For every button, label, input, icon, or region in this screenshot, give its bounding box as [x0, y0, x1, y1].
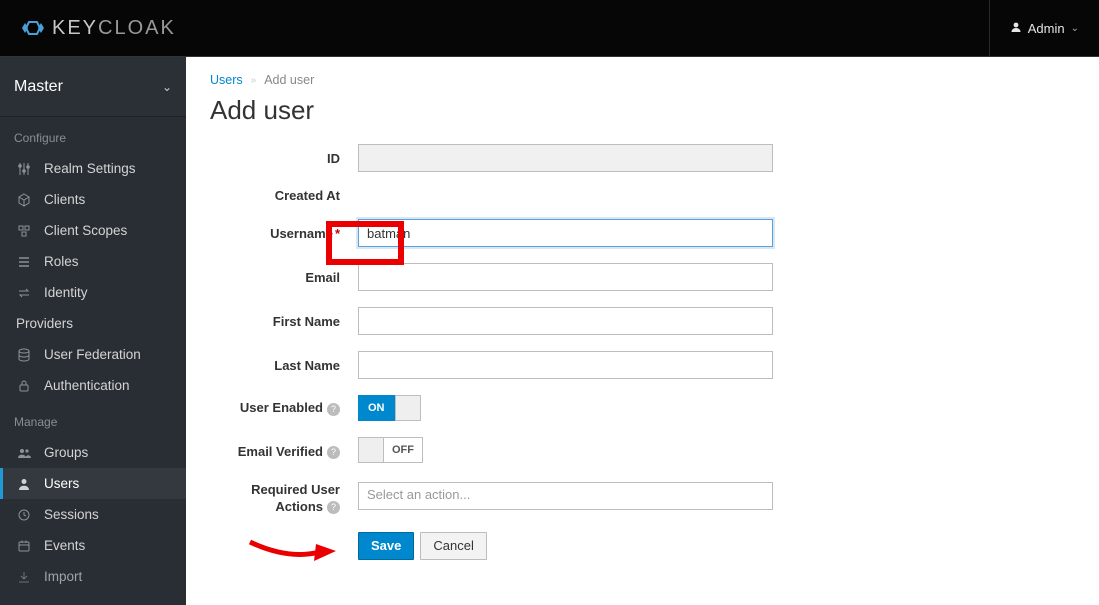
label-created-at: Created At [210, 188, 358, 203]
label-email: Email [210, 270, 358, 285]
list-icon [16, 255, 32, 269]
row-last-name: Last Name [210, 351, 1075, 379]
download-icon [16, 570, 32, 584]
nav-label: Clients [44, 192, 85, 207]
sidebar: Master ⌄ Configure Realm Settings Client… [0, 57, 186, 605]
top-bar: KEYCLOAK Admin ⌄ [0, 0, 1099, 56]
user-icon [16, 477, 32, 491]
toggle-knob [395, 395, 421, 421]
main-content: Users » Add user Add user ID Created At … [186, 57, 1099, 605]
sidebar-item-user-federation[interactable]: User Federation [0, 339, 186, 370]
help-icon[interactable]: ? [327, 403, 340, 416]
swap-icon [16, 286, 32, 300]
chevron-down-icon: ⌄ [1071, 23, 1079, 34]
sidebar-item-users[interactable]: Users [0, 468, 186, 499]
sidebar-item-import[interactable]: Import [0, 561, 186, 592]
label-username: Username* [210, 226, 358, 241]
realm-name: Master [14, 78, 63, 96]
label-required-actions: Required User Actions? [210, 482, 358, 516]
help-icon[interactable]: ? [327, 446, 340, 459]
admin-menu[interactable]: Admin ⌄ [989, 0, 1079, 56]
help-icon[interactable]: ? [327, 501, 340, 514]
calendar-icon [16, 539, 32, 553]
nav-label: Import [44, 569, 82, 584]
breadcrumb-current: Add user [264, 73, 314, 87]
section-header-manage: Manage [0, 401, 186, 437]
breadcrumb: Users » Add user [210, 73, 1075, 87]
nav-label: Authentication [44, 378, 130, 393]
toggle-knob [358, 437, 384, 463]
nav-label: Groups [44, 445, 88, 460]
label-email-verified: Email Verified? [210, 444, 358, 459]
breadcrumb-users-link[interactable]: Users [210, 73, 243, 87]
realm-selector[interactable]: Master ⌄ [0, 57, 186, 117]
id-field [358, 144, 773, 172]
keycloak-logo-icon [20, 15, 46, 41]
breadcrumb-separator-icon: » [251, 75, 257, 86]
row-username: Username* [210, 219, 1075, 247]
row-email-verified: Email Verified? OFF [210, 437, 1075, 466]
cube-icon [16, 193, 32, 207]
group-icon [16, 446, 32, 460]
row-email: Email [210, 263, 1075, 291]
row-first-name: First Name [210, 307, 1075, 335]
row-user-enabled: User Enabled? ON [210, 395, 1075, 421]
form-buttons: Save Cancel [358, 532, 1075, 560]
sidebar-item-realm-settings[interactable]: Realm Settings [0, 153, 186, 184]
first-name-field[interactable] [358, 307, 773, 335]
required-actions-select[interactable]: Select an action... [358, 482, 773, 510]
email-verified-toggle[interactable]: OFF [358, 437, 423, 463]
sidebar-item-providers[interactable]: Providers [0, 308, 186, 339]
label-last-name: Last Name [210, 358, 358, 373]
sidebar-item-groups[interactable]: Groups [0, 437, 186, 468]
sidebar-item-identity[interactable]: Identity [0, 277, 186, 308]
section-header-configure: Configure [0, 117, 186, 153]
cancel-button[interactable]: Cancel [420, 532, 486, 560]
clock-icon [16, 508, 32, 522]
user-icon [1010, 21, 1022, 36]
database-icon [16, 348, 32, 362]
last-name-field[interactable] [358, 351, 773, 379]
toggle-off-label: OFF [384, 437, 423, 463]
sidebar-item-roles[interactable]: Roles [0, 246, 186, 277]
sidebar-item-clients[interactable]: Clients [0, 184, 186, 215]
user-enabled-toggle[interactable]: ON [358, 395, 421, 421]
chevron-down-icon: ⌄ [162, 80, 172, 94]
logo-text: KEYCLOAK [52, 17, 176, 40]
save-button[interactable]: Save [358, 532, 414, 560]
logo[interactable]: KEYCLOAK [20, 15, 176, 41]
label-user-enabled: User Enabled? [210, 400, 358, 415]
nav-label: Users [44, 476, 79, 491]
nav-label: Realm Settings [44, 161, 136, 176]
username-field[interactable] [358, 219, 773, 247]
nav-label: Events [44, 538, 85, 553]
page-title: Add user [210, 95, 1075, 126]
nav-label: Identity [44, 285, 88, 300]
row-created-at: Created At [210, 188, 1075, 203]
toggle-on-label: ON [358, 395, 395, 421]
sidebar-item-sessions[interactable]: Sessions [0, 499, 186, 530]
row-id: ID [210, 144, 1075, 172]
nav-label: Roles [44, 254, 79, 269]
label-id: ID [210, 151, 358, 166]
lock-icon [16, 379, 32, 393]
annotation-arrow-icon [248, 536, 338, 569]
sliders-icon [16, 162, 32, 176]
sidebar-item-client-scopes[interactable]: Client Scopes [0, 215, 186, 246]
row-required-actions: Required User Actions? Select an action.… [210, 482, 1075, 516]
label-first-name: First Name [210, 314, 358, 329]
email-field[interactable] [358, 263, 773, 291]
nav-label: Sessions [44, 507, 99, 522]
nav-label: Providers [16, 316, 73, 331]
sidebar-item-authentication[interactable]: Authentication [0, 370, 186, 401]
sidebar-item-events[interactable]: Events [0, 530, 186, 561]
nav-label: User Federation [44, 347, 141, 362]
admin-label: Admin [1028, 21, 1065, 36]
cubes-icon [16, 224, 32, 238]
nav-label: Client Scopes [44, 223, 127, 238]
